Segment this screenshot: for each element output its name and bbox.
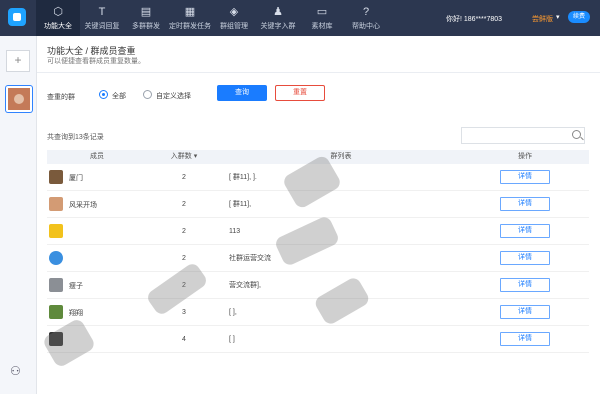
group-list: [ ] [229, 335, 235, 343]
detail-button[interactable]: 详情 [500, 305, 550, 319]
help-icon: ? [362, 6, 370, 18]
filter-label: 查重的群 [47, 94, 75, 101]
detail-button[interactable]: 详情 [500, 278, 550, 292]
account-avatar[interactable] [6, 86, 32, 112]
nav-multi-group-send[interactable]: ▤ 多群群发 [124, 0, 168, 36]
member-name: 厦门 [69, 175, 83, 182]
nav-scheduled-task[interactable]: ▦ 定时群发任务 [168, 0, 212, 36]
group-count: 2 [182, 227, 186, 235]
header-action: 操作 [518, 153, 532, 160]
chevron-down-icon[interactable]: ▾ [556, 13, 560, 21]
search-icon[interactable] [572, 130, 581, 139]
user-settings-icon[interactable]: ⚇ [10, 364, 24, 380]
record-count: 共查询到13条记录 [47, 134, 104, 141]
radio-all-label[interactable]: 全部 [112, 91, 126, 101]
header-group-list: 群列表 [330, 153, 352, 160]
radio-custom-label[interactable]: 自定义选择 [156, 91, 191, 101]
member-name: 瘦子 [69, 283, 83, 290]
query-button[interactable]: 查询 [217, 85, 267, 101]
radio-custom[interactable] [143, 90, 152, 99]
detail-button[interactable]: 详情 [500, 224, 550, 238]
user-add-icon: ♟ [273, 6, 283, 18]
group-list: [ 群11], ]. [229, 174, 257, 181]
vip-badge: 尝鲜版 [532, 16, 553, 23]
header-group-count[interactable]: 入群数 ▾ [147, 150, 221, 164]
detail-button[interactable]: 详情 [500, 197, 550, 211]
group-count: 2 [182, 200, 186, 208]
main-nav: ⬡ 功能大全 T 关键词回复 ▤ 多群群发 ▦ 定时群发任务 ◈ 群组管理 ♟ 关键字入群 … [36, 0, 388, 36]
nav-keyword-join[interactable]: ♟ 关键字入群 [256, 0, 300, 36]
header-member: 成员 [90, 153, 104, 160]
member-avatar [49, 197, 63, 211]
table-row: 瘦子 2 营交流群], 详情 [47, 272, 589, 299]
table-row: 4 [ ] 详情 [47, 326, 589, 353]
nav-keyword-reply[interactable]: T 关键词回复 [80, 0, 124, 36]
layers-icon: ◈ [229, 6, 239, 18]
group-list: [ 群11], [229, 201, 252, 208]
member-name: 翔翔 [69, 310, 83, 317]
top-bar: ⬡ 功能大全 T 关键词回复 ▤ 多群群发 ▦ 定时群发任务 ◈ 群组管理 ♟ 关键字入群 … [0, 0, 600, 36]
group-count: 4 [182, 335, 186, 343]
detail-button[interactable]: 详情 [500, 332, 550, 346]
group-count: 2 [182, 254, 186, 262]
calendar-icon: ▦ [184, 6, 196, 18]
group-count: 2 [182, 173, 186, 181]
detail-button[interactable]: 详情 [500, 251, 550, 265]
folder-icon: ▭ [316, 6, 328, 18]
nav-help-center[interactable]: ? 帮助中心 [344, 0, 388, 36]
user-greeting[interactable]: 你好! 186****7803 [446, 14, 502, 24]
detail-button[interactable]: 详情 [500, 170, 550, 184]
member-avatar [49, 224, 63, 238]
page-subtitle: 可以便捷查看群成员重复数量。 [47, 58, 145, 65]
divider [37, 72, 600, 73]
box-icon: ⬡ [53, 6, 63, 18]
main-panel: 功能大全 / 群成员查重 可以便捷查看群成员重复数量。 查重的群 全部 自定义选… [37, 36, 600, 394]
member-avatar [49, 278, 63, 292]
add-account-button[interactable]: + [6, 50, 30, 72]
renew-button[interactable]: 续费 [568, 11, 590, 23]
member-avatar [49, 305, 63, 319]
nav-function-hub[interactable]: ⬡ 功能大全 [36, 0, 80, 36]
message-stack-icon: ▤ [140, 6, 152, 18]
nav-material-library[interactable]: ▭ 素材库 [300, 0, 344, 36]
member-name: 风采开场 [69, 202, 97, 209]
nav-group-manage[interactable]: ◈ 群组管理 [212, 0, 256, 36]
app-logo [8, 8, 26, 26]
account-sidebar: + ⚇ [0, 36, 37, 394]
search-input[interactable] [461, 127, 585, 144]
member-avatar [49, 170, 63, 184]
group-list: 社群运营交流 [229, 255, 271, 262]
group-list: 113 [229, 227, 241, 235]
member-avatar [49, 251, 63, 265]
text-icon: T [98, 6, 106, 18]
radio-all[interactable] [99, 90, 108, 99]
reset-button[interactable]: 重置 [275, 85, 325, 101]
